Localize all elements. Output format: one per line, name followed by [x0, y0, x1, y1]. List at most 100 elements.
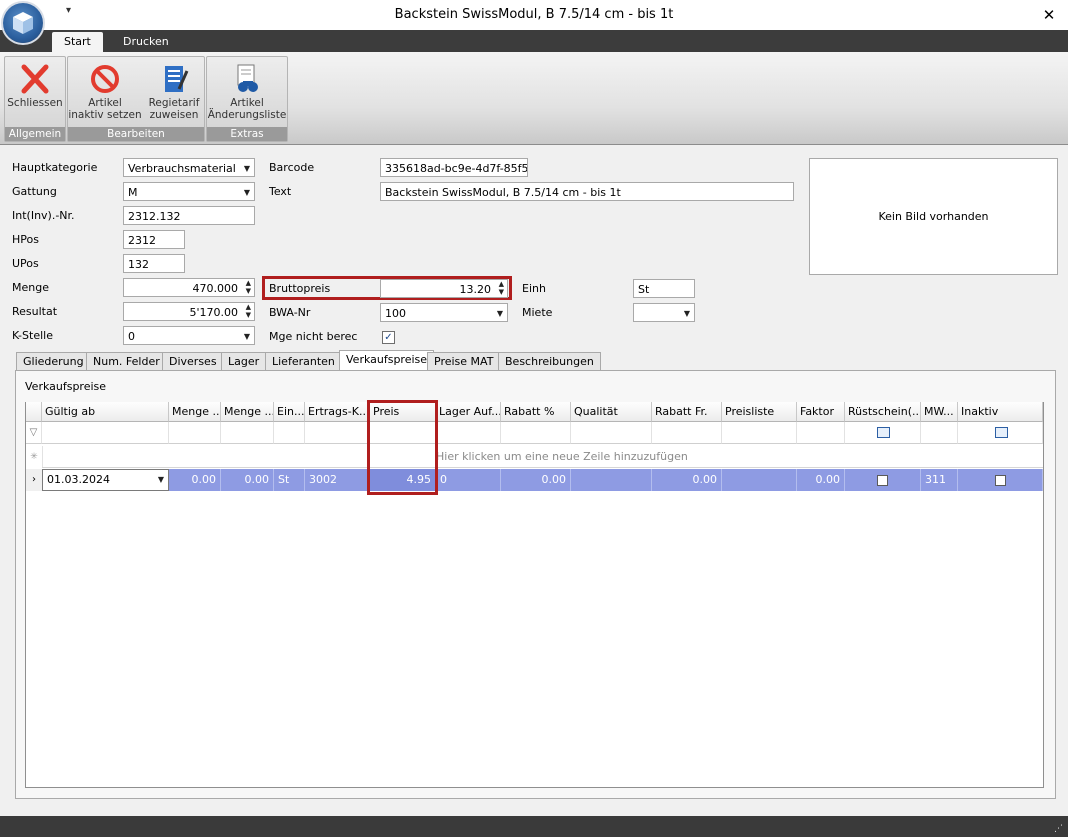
col-header-rabatt-fr[interactable]: Rabatt Fr.	[652, 402, 722, 422]
rabatt-fr-cell[interactable]: 0.00	[652, 469, 722, 491]
menge-stepper[interactable]: 470.000 ▲ ▼	[123, 278, 255, 297]
hauptkategorie-select[interactable]: Verbrauchsmaterial ▼	[123, 158, 255, 177]
mge-checkbox[interactable]: ✓	[382, 331, 395, 344]
filter-cell[interactable]	[571, 422, 652, 444]
bruttopreis-stepper[interactable]: 13.20 ▲ ▼	[380, 279, 508, 298]
faktor-cell[interactable]: 0.00	[797, 469, 845, 491]
filter-cell[interactable]	[274, 422, 305, 444]
filter-cell[interactable]	[797, 422, 845, 444]
col-header-inaktiv[interactable]: Inaktiv	[958, 402, 1043, 422]
hpos-field[interactable]: 2312	[123, 230, 185, 249]
ruestschein-checkbox[interactable]	[877, 474, 888, 486]
row-indicator-icon: ›	[26, 469, 42, 491]
inaktiv-checkbox[interactable]	[994, 474, 1006, 486]
ruestschein-cell[interactable]	[845, 469, 921, 491]
filter-cell[interactable]	[436, 422, 501, 444]
schliessen-label: Schliessen	[7, 97, 63, 109]
col-header-menge2[interactable]: Menge ...	[221, 402, 274, 422]
filter-cell[interactable]	[722, 422, 797, 444]
tab-preise-mat[interactable]: Preise MAT	[427, 352, 501, 370]
regietarif-button[interactable]: Regietarif zuweisen	[144, 59, 204, 125]
ribbon-tab-start[interactable]: Start	[52, 32, 103, 52]
qualitaet-cell[interactable]	[571, 469, 652, 491]
filter-cell[interactable]	[501, 422, 571, 444]
intnr-field[interactable]: 2312.132	[123, 206, 255, 225]
menge1-cell[interactable]: 0.00	[169, 469, 221, 491]
rabatt-pct-cell[interactable]: 0.00	[501, 469, 571, 491]
einh-field[interactable]: St	[633, 279, 695, 298]
artikel-inaktiv-label: Artikel inaktiv setzen	[68, 97, 142, 121]
resultat-stepper[interactable]: 5'170.00 ▲ ▼	[123, 302, 255, 321]
filter-cell[interactable]	[652, 422, 722, 444]
tab-lieferanten[interactable]: Lieferanten	[265, 352, 342, 370]
close-icon[interactable]: ✕	[1038, 0, 1060, 30]
gueltig-ab-cell[interactable]: 01.03.2024 ▼	[42, 469, 169, 491]
filter-cell[interactable]	[958, 422, 1043, 444]
ribbon-tab-drucken[interactable]: Drucken	[111, 32, 181, 52]
col-header-lager[interactable]: Lager Auf...	[436, 402, 501, 422]
inaktiv-cell[interactable]	[958, 469, 1043, 491]
menge-value: 470.000	[192, 282, 239, 295]
notebook-pen-icon	[157, 63, 191, 95]
ribbon-group-bearbeiten: Artikel inaktiv setzen Regietarif zuweis…	[67, 56, 205, 142]
chevron-down-icon: ▼	[496, 309, 503, 318]
barcode-field[interactable]: 335618ad-bc9e-4d7f-85f5-9f	[380, 158, 528, 177]
col-header-ertrags[interactable]: Ertrags-K...	[305, 402, 370, 422]
chevron-down-icon: ▼	[243, 164, 250, 173]
filter-cell[interactable]	[169, 422, 221, 444]
tab-lager[interactable]: Lager	[221, 352, 267, 370]
miete-label: Miete	[522, 306, 553, 319]
col-header-preisliste[interactable]: Preisliste	[722, 402, 797, 422]
app-menu-button[interactable]	[3, 3, 43, 43]
kstelle-select[interactable]: 0 ▼	[123, 326, 255, 345]
filter-funnel-icon[interactable]: ▽	[26, 422, 42, 444]
spin-arrows-icon[interactable]: ▲ ▼	[499, 280, 504, 296]
col-header-faktor[interactable]: Faktor	[797, 402, 845, 422]
col-header-menge1[interactable]: Menge ...	[169, 402, 221, 422]
filter-checkbox-icon[interactable]	[877, 427, 890, 438]
ertrags-cell[interactable]: 3002	[305, 469, 370, 491]
tab-beschreibungen[interactable]: Beschreibungen	[498, 352, 601, 370]
preisliste-cell[interactable]	[722, 469, 797, 491]
resize-grip-icon[interactable]: ⋰	[1054, 824, 1064, 834]
col-header-rabatt-pct[interactable]: Rabatt %	[501, 402, 571, 422]
filter-checkbox-icon[interactable]	[995, 427, 1008, 438]
text-field[interactable]: Backstein SwissModul, B 7.5/14 cm - bis …	[380, 182, 794, 201]
col-header-qualitaet[interactable]: Qualität	[571, 402, 652, 422]
hauptkategorie-value: Verbrauchsmaterial	[128, 162, 236, 175]
kstelle-value: 0	[128, 330, 135, 343]
col-header-einheit[interactable]: Ein...	[274, 402, 305, 422]
barcode-label: Barcode	[269, 161, 315, 174]
filter-cell[interactable]	[42, 422, 169, 444]
ribbon-group-extras: Artikel Änderungsliste Extras	[206, 56, 288, 142]
einheit-cell[interactable]: St	[274, 469, 305, 491]
window-title: Backstein SwissModul, B 7.5/14 cm - bis …	[394, 7, 674, 22]
aenderungsliste-button[interactable]: Artikel Änderungsliste	[207, 59, 287, 125]
schliessen-button[interactable]: Schliessen	[5, 59, 65, 125]
bwa-select[interactable]: 100 ▼	[380, 303, 508, 322]
gattung-select[interactable]: M ▼	[123, 182, 255, 201]
miete-select[interactable]: ▼	[633, 303, 695, 322]
quick-access-dropdown-icon[interactable]: ▾	[66, 5, 71, 16]
col-header-mw[interactable]: MW...	[921, 402, 958, 422]
col-header-gueltig[interactable]: Gültig ab	[42, 402, 169, 422]
gattung-value: M	[128, 186, 138, 199]
spin-arrows-icon[interactable]: ▲ ▼	[246, 279, 251, 295]
upos-field[interactable]: 132	[123, 254, 185, 273]
tab-verkaufspreise[interactable]: Verkaufspreise	[339, 350, 435, 370]
filter-cell[interactable]	[305, 422, 370, 444]
tab-num-felder[interactable]: Num. Felder	[86, 352, 167, 370]
filter-cell[interactable]	[921, 422, 958, 444]
bwa-value: 100	[385, 307, 406, 320]
filter-cell[interactable]	[845, 422, 921, 444]
menge2-cell[interactable]: 0.00	[221, 469, 274, 491]
artikel-inaktiv-button[interactable]: Artikel inaktiv setzen	[68, 59, 142, 125]
spin-arrows-icon[interactable]: ▲ ▼	[246, 303, 251, 319]
lager-cell[interactable]: 0	[436, 469, 501, 491]
mw-cell[interactable]: 311	[921, 469, 958, 491]
filter-cell[interactable]	[221, 422, 274, 444]
tab-gliederung[interactable]: Gliederung	[16, 352, 91, 370]
tab-diverses[interactable]: Diverses	[162, 352, 224, 370]
col-header-ruestschein[interactable]: Rüstschein(...	[845, 402, 921, 422]
new-row-hint[interactable]: Hier klicken um eine neue Zeile hinzuzuf…	[42, 446, 1043, 468]
